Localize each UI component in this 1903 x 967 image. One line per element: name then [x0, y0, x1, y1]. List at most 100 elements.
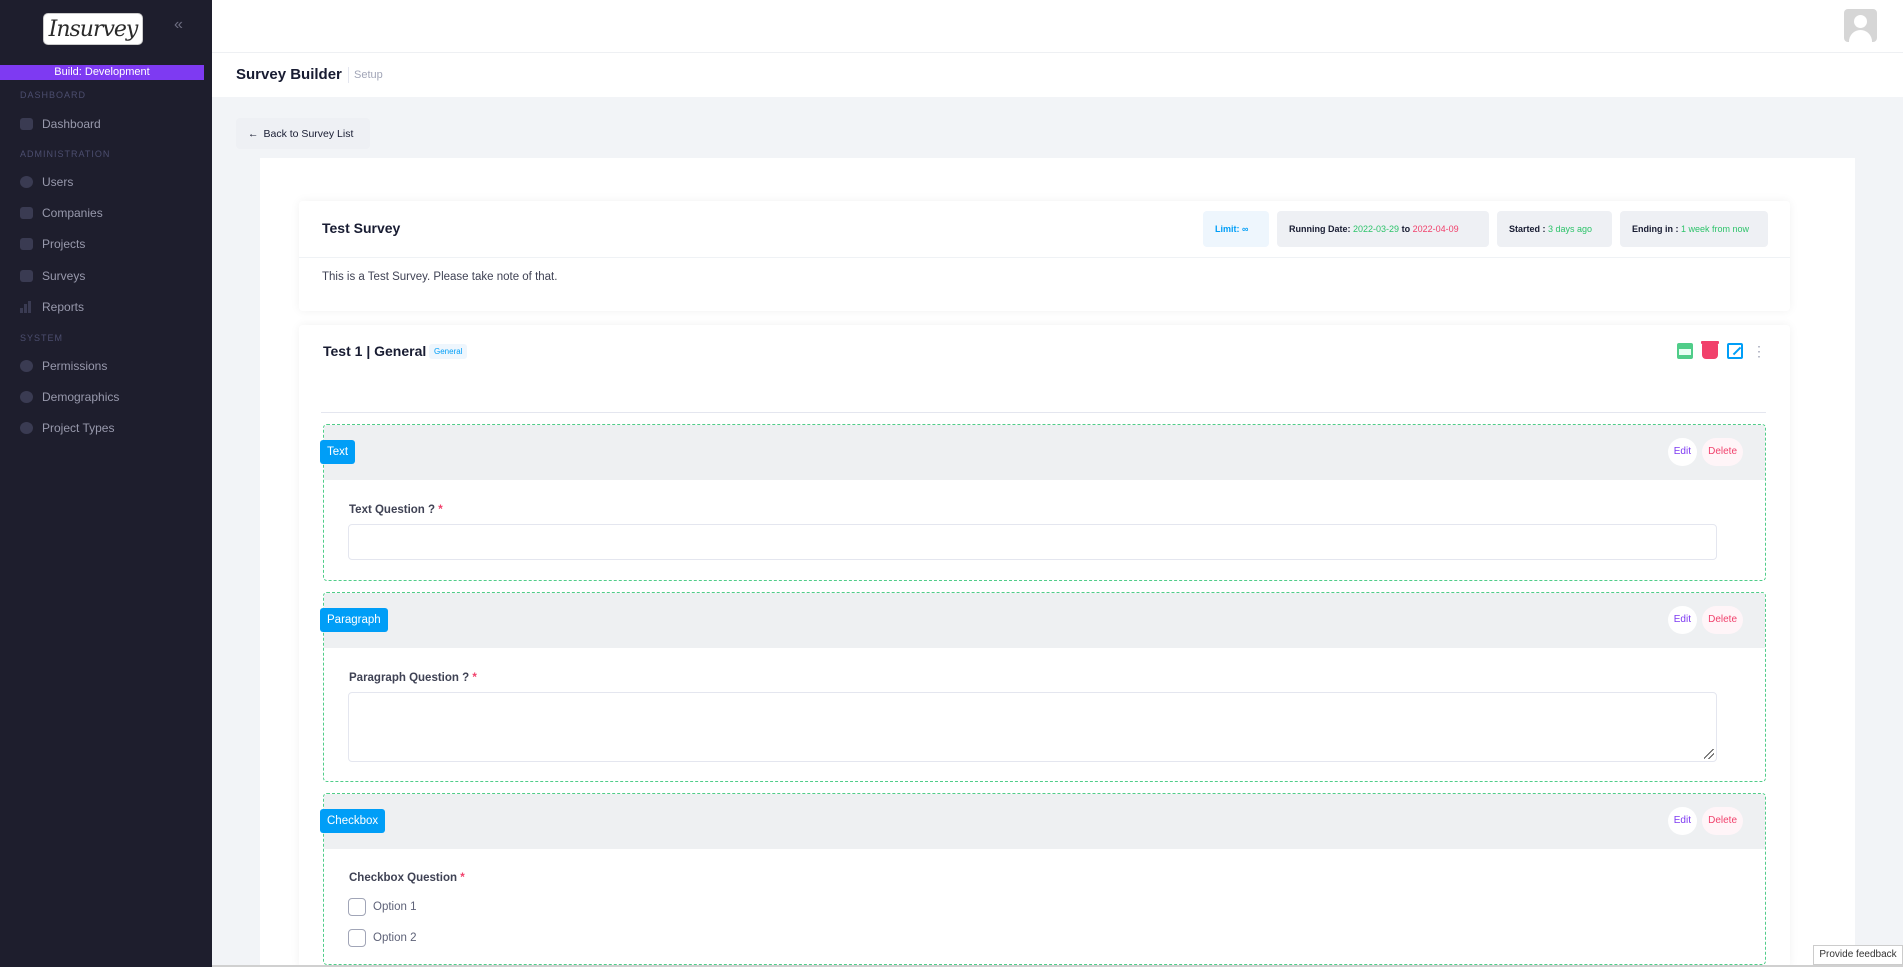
- section-label-administration: ADMINISTRATION: [20, 149, 111, 159]
- edit-question-button[interactable]: Edit: [1667, 438, 1697, 466]
- to-label: to: [1401, 224, 1411, 234]
- end-date: 2022-04-09: [1412, 224, 1459, 234]
- paragraph-answer-textarea[interactable]: [348, 692, 1717, 762]
- sidebar-item-demographics[interactable]: Demographics: [20, 390, 119, 404]
- sidebar-item-surveys[interactable]: Surveys: [20, 269, 85, 283]
- back-to-survey-list-button[interactable]: ← Back to Survey List: [236, 118, 370, 149]
- building-icon: [20, 207, 33, 219]
- trash-icon[interactable]: [1701, 341, 1719, 359]
- sidebar-item-project-types[interactable]: Project Types: [20, 421, 114, 435]
- survey-description: This is a Test Survey. Please take note …: [322, 271, 558, 283]
- sidebar-item-users[interactable]: Users: [20, 175, 73, 189]
- option-label: Option 2: [373, 932, 417, 944]
- dashboard-icon: [20, 118, 33, 130]
- arrow-left-icon: ←: [248, 127, 259, 140]
- question-text: Paragraph Question ?: [349, 672, 470, 684]
- sidebar-item-label: Project Types: [42, 421, 115, 435]
- sidebar: Insurvey « Build: Development DASHBOARD …: [0, 0, 212, 967]
- option-label: Option 1: [373, 901, 417, 913]
- sidebar-item-label: Companies: [42, 206, 103, 220]
- checkbox-option[interactable]: Option 1: [348, 898, 416, 916]
- resize-handle-icon[interactable]: [1704, 749, 1714, 759]
- sidebar-item-label: Permissions: [42, 359, 108, 373]
- table-icon[interactable]: [1677, 343, 1693, 359]
- question-label: Checkbox Question *: [349, 872, 465, 884]
- start-date: 2022-03-29: [1353, 224, 1400, 234]
- required-marker: *: [460, 872, 465, 884]
- section-label-system: SYSTEM: [20, 333, 64, 343]
- sidebar-item-reports[interactable]: Reports: [20, 300, 84, 314]
- avatar-head: [1854, 15, 1867, 28]
- question-label: Text Question ? *: [349, 504, 443, 516]
- checkbox[interactable]: [348, 929, 366, 947]
- sidebar-item-projects[interactable]: Projects: [20, 237, 85, 251]
- question-text: Text Question ?: [349, 504, 436, 516]
- top-header: [212, 0, 1903, 53]
- ending-value: 1 week from now: [1681, 224, 1750, 234]
- question-block-checkbox: Checkbox Edit Delete Checkbox Question *…: [320, 793, 1766, 965]
- globe-icon: [20, 391, 33, 403]
- folder-icon: [20, 238, 33, 250]
- started-label: Started :: [1509, 224, 1546, 234]
- shield-icon: [20, 360, 33, 372]
- question-label: Paragraph Question ? *: [349, 672, 477, 684]
- card-divider: [299, 257, 1790, 258]
- back-button-label: Back to Survey List: [263, 127, 354, 140]
- text-answer-input[interactable]: [348, 524, 1717, 560]
- survey-info-card: Test Survey Limit: ∞ Running Date: 2022-…: [299, 201, 1790, 311]
- bar-chart-icon: [20, 301, 33, 313]
- logo-area: Insurvey «: [0, 0, 212, 64]
- running-label: Running Date:: [1289, 224, 1351, 234]
- ending-label: Ending in :: [1632, 224, 1679, 234]
- sidebar-item-label: Projects: [42, 237, 86, 251]
- required-marker: *: [438, 504, 443, 516]
- section-type-badge: General: [429, 344, 468, 359]
- sidebar-item-label: Users: [42, 175, 74, 189]
- sidebar-item-label: Reports: [42, 300, 85, 314]
- question-block-text: Text Edit Delete Text Question ? *: [320, 424, 1766, 581]
- checkbox-option[interactable]: Option 2: [348, 929, 416, 947]
- edit-question-button[interactable]: Edit: [1667, 606, 1697, 634]
- question-header: Checkbox Edit Delete: [320, 794, 1765, 849]
- required-marker: *: [472, 672, 477, 684]
- provide-feedback-button[interactable]: Provide feedback: [1813, 945, 1903, 965]
- limit-badge: Limit: ∞: [1203, 211, 1269, 247]
- delete-question-button[interactable]: Delete: [1702, 606, 1743, 634]
- sidebar-item-companies[interactable]: Companies: [20, 206, 103, 220]
- page-header: Survey Builder Setup: [212, 53, 1903, 97]
- section-title: Test 1 | General: [323, 343, 427, 359]
- question-type-tag[interactable]: Checkbox: [320, 809, 386, 833]
- question-block-paragraph: Paragraph Edit Delete Paragraph Question…: [320, 592, 1766, 782]
- infinity-icon: ∞: [1242, 224, 1249, 234]
- page-subtitle: Setup: [354, 69, 383, 81]
- survey-title: Test Survey: [322, 220, 401, 236]
- ending-badge: Ending in : 1 week from now: [1620, 211, 1768, 247]
- question-type-tag[interactable]: Text: [320, 440, 356, 464]
- build-badge: Build: Development: [0, 65, 204, 80]
- more-options-icon[interactable]: ⋮: [1752, 343, 1766, 359]
- app-logo[interactable]: Insurvey: [43, 13, 143, 45]
- section-label-dashboard: DASHBOARD: [20, 90, 87, 100]
- collapse-sidebar-icon[interactable]: «: [174, 16, 183, 34]
- started-badge: Started : 3 days ago: [1497, 211, 1612, 247]
- avatar-body: [1849, 30, 1872, 42]
- delete-question-button[interactable]: Delete: [1702, 438, 1743, 466]
- edit-icon[interactable]: [1727, 343, 1743, 359]
- sidebar-item-permissions[interactable]: Permissions: [20, 359, 107, 373]
- edit-question-button[interactable]: Edit: [1667, 807, 1697, 835]
- sidebar-item-label: Dashboard: [42, 117, 101, 131]
- limit-label: Limit:: [1215, 224, 1240, 234]
- sidebar-item-dashboard[interactable]: Dashboard: [20, 117, 101, 131]
- survey-icon: [20, 270, 33, 282]
- sidebar-item-label: Surveys: [42, 269, 86, 283]
- question-header: Paragraph Edit Delete: [320, 593, 1765, 648]
- logo-text: Insurvey: [48, 16, 139, 42]
- checkbox[interactable]: [348, 898, 366, 916]
- question-header: Text Edit Delete: [320, 425, 1765, 480]
- running-date-badge: Running Date: 2022-03-29 to 2022-04-09: [1277, 211, 1489, 247]
- sidebar-item-label: Demographics: [42, 390, 120, 404]
- question-type-tag[interactable]: Paragraph: [320, 608, 388, 632]
- started-value: 3 days ago: [1548, 224, 1593, 234]
- user-avatar[interactable]: [1844, 9, 1877, 42]
- delete-question-button[interactable]: Delete: [1702, 807, 1743, 835]
